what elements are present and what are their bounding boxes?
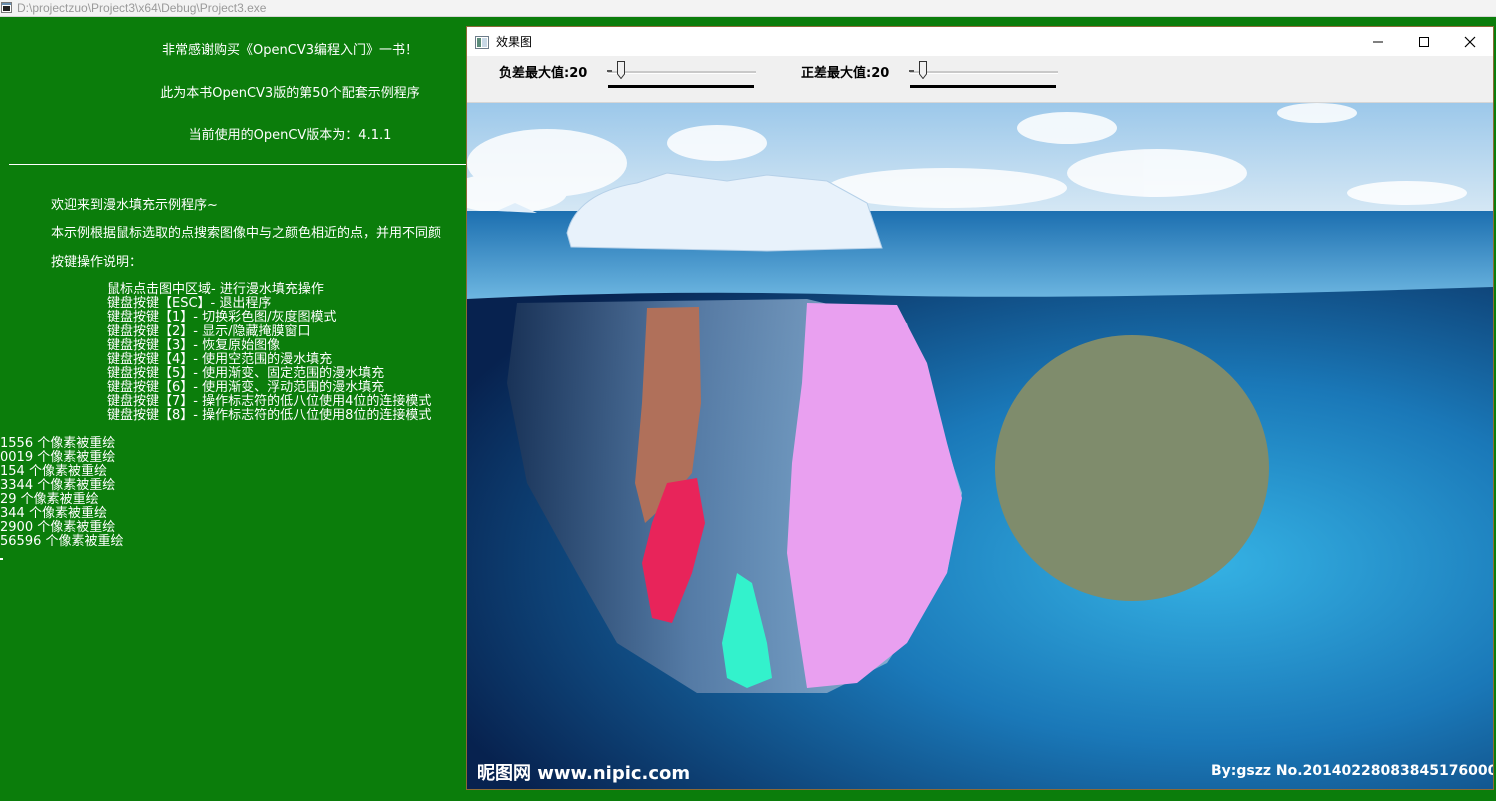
trackbar-track <box>608 71 756 74</box>
console-count-line: 0019 个像素被重绘 <box>0 450 116 465</box>
image-window-titlebar[interactable]: 效果图 <box>467 27 1493 56</box>
image-window-title: 效果图 <box>496 35 533 49</box>
console-app-icon <box>1 2 12 13</box>
trackbar-panel: 负差最大值:20 正差最大值:20 <box>467 56 1493 103</box>
image-window[interactable]: 效果图 负差最大值:20 正差最大值:20 昵图网 www.nipic.com … <box>466 26 1494 790</box>
trackbar-thumb[interactable] <box>617 61 625 79</box>
console-key-line: 键盘按键【3】- 恢复原始图像 <box>107 338 281 353</box>
console-key-line: 键盘按键【5】- 使用渐变、固定范围的漫水填充 <box>107 366 385 381</box>
console-count-line: 1556 个像素被重绘 <box>0 436 116 451</box>
trackbar-underline <box>910 85 1056 88</box>
console-key-line: 键盘按键【4】- 使用空范围的漫水填充 <box>107 352 333 367</box>
iceberg-image <box>467 103 1493 789</box>
window-app-icon <box>475 34 489 49</box>
console-count-line: 3344 个像素被重绘 <box>0 478 116 493</box>
maximize-icon <box>1419 37 1429 47</box>
close-button[interactable] <box>1447 27 1493 56</box>
console-titlebar: D:\projectzuo\Project3\x64\Debug\Project… <box>0 0 1496 17</box>
console-count-line: 56596 个像素被重绘 <box>0 534 124 549</box>
console-key-line: 键盘按键【6】- 使用渐变、浮动范围的漫水填充 <box>107 380 385 395</box>
console-intro-line: 按键操作说明： <box>51 255 143 270</box>
trackbar-label-high-diff: 正差最大值:20 <box>801 66 890 81</box>
fill-region-olive <box>995 335 1269 601</box>
console-title: D:\projectzuo\Project3\x64\Debug\Project… <box>17 1 267 15</box>
close-icon <box>1464 36 1476 48</box>
console-intro-line: 欢迎来到漫水填充示例程序~ <box>51 198 218 213</box>
trackbar-thumb[interactable] <box>919 61 927 79</box>
console-divider <box>9 164 467 165</box>
trackbar-label-low-diff: 负差最大值:20 <box>499 66 588 81</box>
watermark-right: By:gszz No.20140228083845176000 <box>1211 763 1493 779</box>
trackbar-tick <box>607 70 612 72</box>
console-cursor <box>0 558 3 560</box>
trackbar-low-diff[interactable] <box>605 61 757 89</box>
image-canvas[interactable]: 昵图网 www.nipic.com By:gszz No.20140228083… <box>467 103 1493 789</box>
console-key-line: 键盘按键【8】- 操作标志符的低八位使用8位的连接模式 <box>107 408 432 423</box>
trackbar-track <box>910 71 1058 74</box>
console-count-line: 29 个像素被重绘 <box>0 492 99 507</box>
console-count-line: 344 个像素被重绘 <box>0 506 107 521</box>
minimize-button[interactable] <box>1355 27 1401 56</box>
console-key-line: 键盘按键【ESC】- 退出程序 <box>107 296 272 311</box>
watermark-left: 昵图网 www.nipic.com <box>477 763 691 784</box>
trackbar-tick <box>909 70 914 72</box>
maximize-button[interactable] <box>1401 27 1447 56</box>
trackbar-high-diff[interactable] <box>907 61 1059 89</box>
trackbar-underline <box>608 85 754 88</box>
console-key-line: 键盘按键【2】- 显示/隐藏掩膜窗口 <box>107 324 311 339</box>
console-count-line: 154 个像素被重绘 <box>0 464 107 479</box>
console-count-line: 2900 个像素被重绘 <box>0 520 116 535</box>
minimize-icon <box>1373 41 1383 43</box>
console-key-line: 键盘按键【1】- 切换彩色图/灰度图模式 <box>107 310 337 325</box>
console-key-line: 键盘按键【7】- 操作标志符的低八位使用4位的连接模式 <box>107 394 432 409</box>
console-key-line: 鼠标点击图中区域- 进行漫水填充操作 <box>107 282 324 297</box>
console-intro-line: 本示例根据鼠标选取的点搜索图像中与之颜色相近的点，并用不同颜 <box>51 226 442 241</box>
